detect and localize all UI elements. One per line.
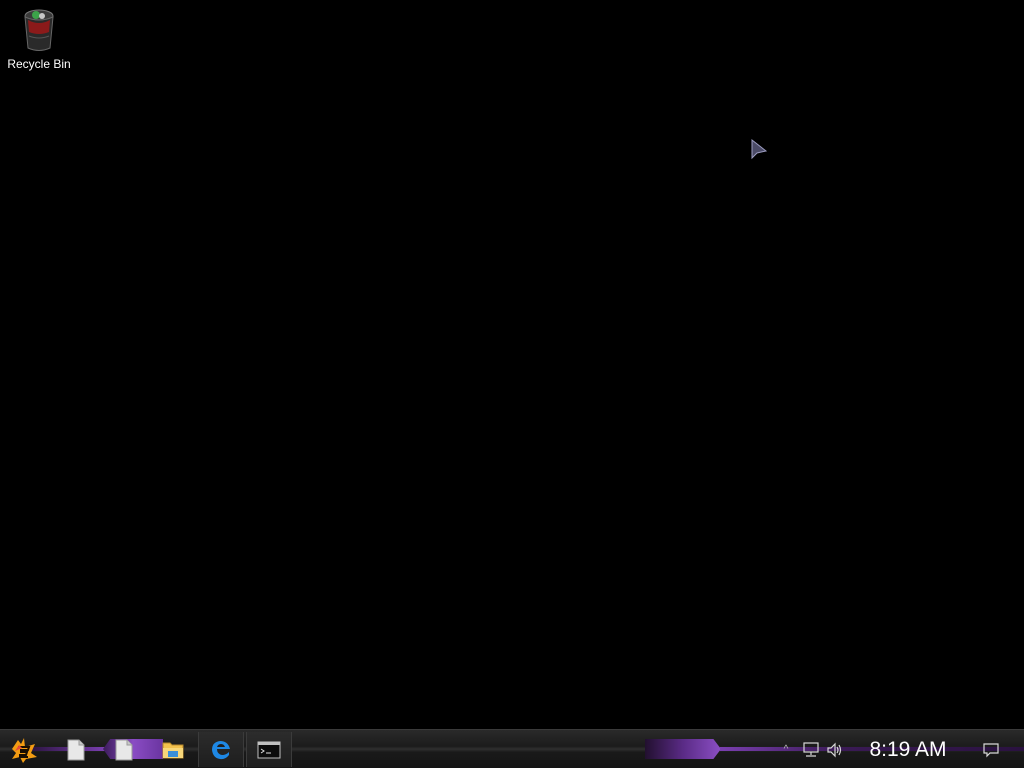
start-logo-icon [12, 737, 37, 763]
recycle-bin-shortcut[interactable]: Recycle Bin [4, 6, 74, 76]
action-center-button[interactable] [980, 732, 1002, 767]
recycle-bin-icon [24, 9, 54, 51]
desktop[interactable]: Recycle Bin [0, 0, 1024, 729]
network-icon [803, 741, 819, 757]
blank-file-icon [115, 739, 133, 760]
volume-icon [827, 742, 842, 757]
edge-browser-icon [212, 740, 230, 759]
edge-browser-button[interactable] [198, 732, 244, 767]
taskbar-accent-pill-right [645, 739, 721, 759]
start-button[interactable] [6, 732, 42, 767]
terminal-icon [257, 741, 281, 758]
taskbar-file-1[interactable] [64, 732, 88, 767]
file-explorer-button[interactable] [160, 732, 186, 767]
blank-file-icon [67, 739, 85, 760]
network-button[interactable] [801, 732, 821, 767]
taskbar-file-2[interactable] [112, 732, 136, 767]
command-prompt-button[interactable] [246, 732, 292, 767]
show-hidden-icons-button[interactable]: ^ [779, 732, 793, 767]
taskbar: ^ 8:19 AM [0, 729, 1024, 768]
volume-button[interactable] [825, 732, 845, 767]
chevron-up-icon: ^ [783, 744, 789, 755]
action-center-icon [983, 742, 999, 757]
taskbar-clock[interactable]: 8:19 AM [858, 732, 958, 767]
mouse-cursor-icon [751, 138, 768, 160]
folder-icon [162, 742, 184, 758]
recycle-bin-label: Recycle Bin [7, 57, 71, 71]
